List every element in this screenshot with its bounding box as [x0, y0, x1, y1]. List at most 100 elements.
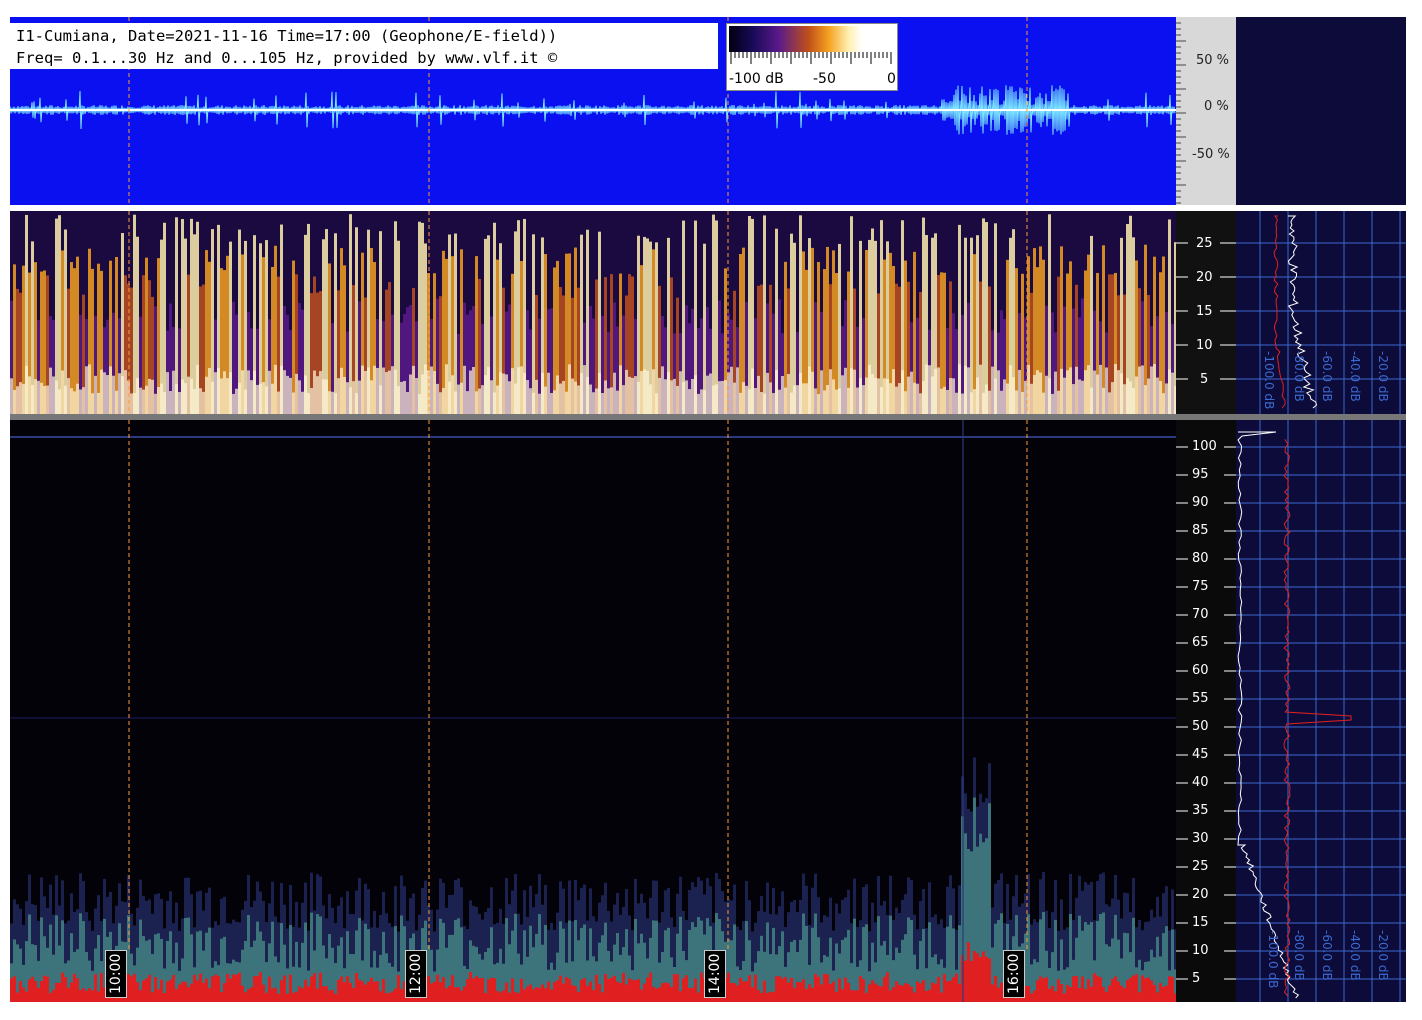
freq-label: 70	[1192, 607, 1209, 622]
db-label: -40.0 dB	[1348, 351, 1362, 402]
spectrogram-column-red	[793, 987, 796, 1002]
spectrogram-column-low	[181, 379, 184, 414]
spectrogram-column-low	[631, 377, 634, 414]
spectrogram-column-red	[622, 972, 625, 1002]
spectrogram-column-red	[64, 977, 67, 1002]
spectrogram-column-red	[316, 988, 319, 1002]
spectrogram-column-low	[952, 378, 955, 414]
spectrogram-column-low	[94, 375, 97, 414]
spectrogram-column-low	[25, 365, 28, 414]
spectrogram-column-red	[427, 976, 430, 1002]
spectrogram-column-low	[670, 380, 673, 414]
spectrogram-column-red	[769, 991, 772, 1002]
spectrogram-column-red	[877, 985, 880, 1002]
spectrogram-column-red	[325, 986, 328, 1002]
spectrogram-column-low	[868, 364, 871, 414]
spectrogram-column-low	[463, 365, 466, 414]
spectrogram-column-red	[742, 981, 745, 1002]
spectrogram-column-red	[691, 987, 694, 1002]
spike-line	[962, 420, 964, 1002]
spectrogram-column-red	[40, 981, 43, 1002]
spectrogram-column-red	[604, 973, 607, 1002]
spectrogram-column-red	[649, 972, 652, 1002]
freq-label: 15	[1196, 304, 1213, 319]
spectrogram-column-red	[1114, 976, 1117, 1002]
spectrogram-column-low	[43, 386, 46, 414]
spectrum-red-trace	[1283, 439, 1352, 997]
spectrogram-column-red	[880, 986, 883, 1002]
spectrogram-column-red	[814, 974, 817, 1002]
freq-label: 5	[1200, 372, 1209, 387]
spectrogram-column-low	[676, 385, 679, 414]
spectrogram-column-low	[46, 385, 49, 414]
spectrogram-column-low	[1099, 364, 1102, 414]
spectrogram-column-red	[367, 981, 370, 1002]
spectrogram-column-low	[1141, 365, 1144, 414]
spectrogram-column-red	[253, 976, 256, 1002]
spectrogram-column-red	[862, 979, 865, 1002]
spectrogram-column-low	[202, 391, 205, 414]
spectrogram-column-red	[295, 991, 298, 1002]
spectrogram-column-red	[946, 981, 949, 1002]
spectrogram-column	[514, 913, 517, 1002]
spectrogram-column-low	[985, 384, 988, 414]
spectrogram-column-red	[652, 986, 655, 1002]
spectrogram-column-low	[685, 380, 688, 414]
spectrogram-column-low	[451, 375, 454, 414]
spectrogram-column-low	[622, 385, 625, 414]
spectrogram-column-low	[1075, 366, 1078, 414]
title-box: I1-Cumiana, Date=2021-11-16 Time=17:00 (…	[10, 23, 718, 69]
spectrogram-column-low	[871, 374, 874, 414]
spectrogram-column-red	[661, 983, 664, 1002]
spectrogram-column-red	[397, 975, 400, 1002]
spectrogram-column-low	[139, 387, 142, 414]
spectrogram-column-low	[145, 385, 148, 414]
spectrogram-column-low	[79, 389, 82, 414]
spectrogram-column-red	[667, 983, 670, 1002]
spectrogram-column-red	[775, 976, 778, 1002]
spectrogram-low-axis: 25 20 15 10 5	[1176, 211, 1236, 414]
spectrogram-column-low	[418, 393, 421, 414]
spectrogram-column-low	[211, 381, 214, 414]
spectrogram-column-red	[631, 979, 634, 1002]
freq-label: 100	[1192, 439, 1217, 454]
spectrogram-column-low	[967, 367, 970, 414]
spectrogram-column-red	[874, 983, 877, 1002]
spectrogram-column-red	[487, 979, 490, 1002]
spectrogram-column-red	[1165, 985, 1168, 1002]
spectrogram-column-red	[70, 982, 73, 1002]
spectrogram-column-low	[568, 364, 571, 414]
waveform-axis: 50 % 0 % -50 %	[1176, 17, 1236, 205]
spectrogram-column-low	[100, 369, 103, 414]
spectrogram-column-red	[268, 976, 271, 1002]
spectrogram-column-red	[184, 981, 187, 1002]
spectrogram-column-red	[451, 975, 454, 1002]
spectrogram-column-low	[487, 366, 490, 414]
spectrogram-column-low	[826, 384, 829, 414]
spectrogram-column-red	[835, 991, 838, 1002]
spectrogram-column-red	[136, 982, 139, 1002]
spectrogram-column-red	[1171, 976, 1174, 1002]
spectrogram-column-low	[115, 390, 118, 414]
spectrogram-column-low	[979, 364, 982, 414]
spectrogram-column-low	[514, 383, 517, 414]
axis-label-50: 50 %	[1196, 53, 1230, 68]
spectrogram-column-red	[736, 985, 739, 1002]
spectrogram-column-red	[1048, 988, 1051, 1002]
spectrogram-column-red	[1147, 977, 1150, 1002]
spectrogram-column-low	[373, 365, 376, 414]
spectrogram-column-red	[745, 981, 748, 1002]
spectrogram-column-low	[760, 392, 763, 414]
spectrogram-column-red	[904, 983, 907, 1002]
spectrogram-column-low	[256, 384, 259, 414]
spectrogram-column-low	[748, 389, 751, 414]
spectrogram-column-low	[562, 380, 565, 414]
spectrogram-column-low	[55, 380, 58, 414]
spectrogram-column-red	[625, 984, 628, 1002]
spectrogram-column-red	[97, 991, 100, 1002]
spectrogram-column-red	[967, 942, 970, 1002]
spectrogram-column-red	[442, 977, 445, 1002]
spectrogram-column-low	[1051, 393, 1054, 414]
spectrogram-column-low	[304, 375, 307, 414]
spectrogram-column-low	[478, 388, 481, 414]
